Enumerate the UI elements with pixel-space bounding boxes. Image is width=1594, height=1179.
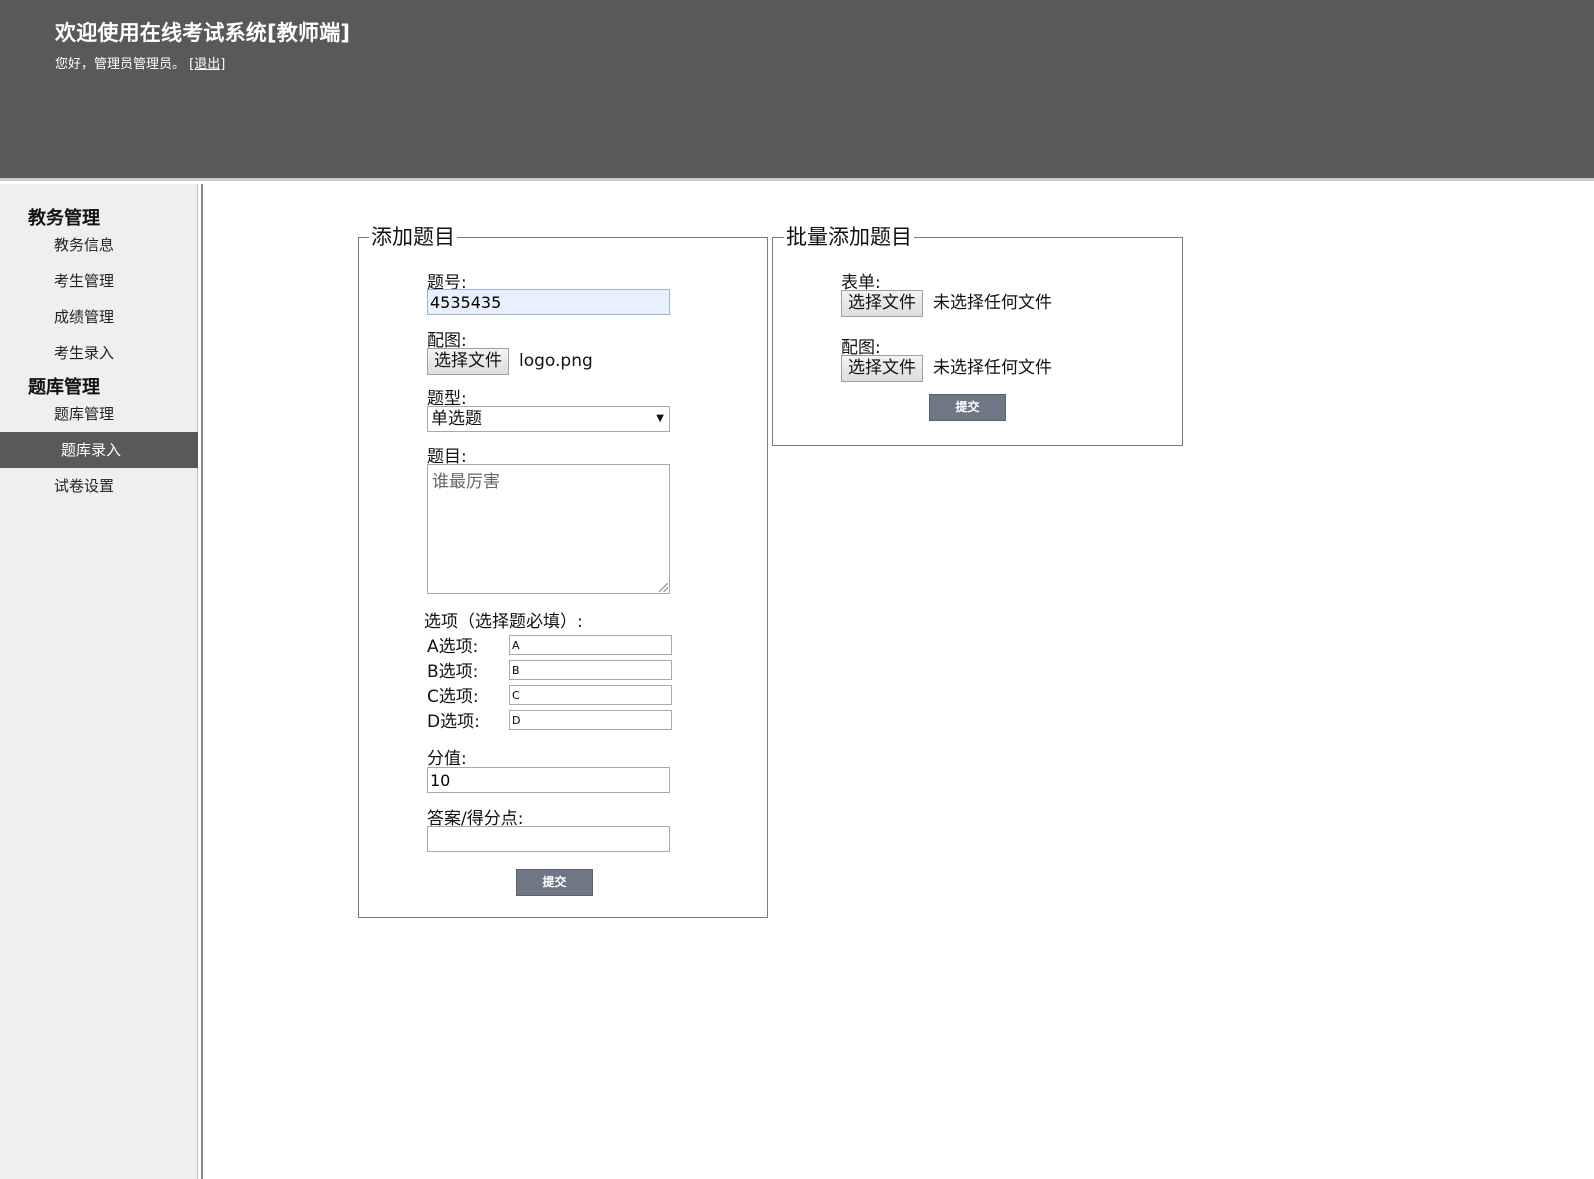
option-b-input[interactable]	[509, 660, 672, 680]
image-choose-file-button[interactable]: 选择文件	[427, 348, 509, 375]
question-number-input[interactable]	[427, 289, 670, 315]
question-type-select[interactable]: 单选题 ▼	[427, 406, 670, 432]
user-greeting: 您好，管理员管理员。 [退出]	[55, 53, 225, 72]
add-question-form: 添加题目 题号: 配图: 选择文件 logo.png 题型: 单选题 ▼ 题目:…	[358, 224, 768, 918]
submit-button[interactable]: 提交	[516, 869, 593, 896]
resize-handle-icon[interactable]	[659, 583, 668, 592]
image-file-name: logo.png	[519, 351, 593, 371]
score-label: 分值:	[427, 749, 467, 769]
chevron-down-icon: ▼	[656, 413, 664, 424]
score-input[interactable]	[427, 767, 670, 793]
option-c-input[interactable]	[509, 685, 672, 705]
sidebar-item-question-bank-management[interactable]: 题库管理	[0, 396, 198, 432]
sidebar-item-student-management[interactable]: 考生管理	[0, 263, 198, 299]
sidebar-item-grade-management[interactable]: 成绩管理	[0, 299, 198, 335]
sheet-file-name: 未选择任何文件	[933, 293, 1052, 313]
sidebar: 教务管理 教务信息 考生管理 成绩管理 考生录入 题库管理 题库管理 题库录入 …	[0, 184, 198, 1179]
batch-submit-button[interactable]: 提交	[929, 394, 1006, 421]
sidebar-item-question-bank-entry[interactable]: 题库录入	[0, 432, 198, 468]
sidebar-item-exam-settings[interactable]: 试卷设置	[0, 468, 198, 504]
option-a-input[interactable]	[509, 635, 672, 655]
batch-add-legend: 批量添加题目	[784, 224, 914, 250]
batch-add-form: 批量添加题目 表单: 选择文件 未选择任何文件 配图: 选择文件 未选择任何文件…	[772, 224, 1183, 446]
page-title: 欢迎使用在线考试系统[教师端]	[55, 21, 351, 45]
add-question-legend: 添加题目	[369, 224, 457, 250]
logout-link[interactable]: [退出]	[189, 57, 225, 72]
option-c-label: C选项:	[427, 687, 479, 707]
option-d-label: D选项:	[427, 712, 480, 732]
sidebar-item-student-entry[interactable]: 考生录入	[0, 335, 198, 371]
answer-input[interactable]	[427, 826, 670, 852]
sheet-choose-file-button[interactable]: 选择文件	[841, 290, 923, 317]
question-text-value: 谁最厉害	[432, 472, 500, 492]
sidebar-divider	[198, 184, 203, 1179]
option-d-input[interactable]	[509, 710, 672, 730]
options-label: 选项（选择题必填）:	[424, 612, 583, 632]
greeting-text: 您好，管理员管理员。	[55, 57, 186, 72]
batch-image-choose-file-button[interactable]: 选择文件	[841, 355, 923, 382]
option-b-label: B选项:	[427, 662, 479, 682]
question-type-value: 单选题	[431, 409, 482, 429]
top-header: 欢迎使用在线考试系统[教师端] 您好，管理员管理员。 [退出]	[0, 0, 1594, 181]
sidebar-item-academic-info[interactable]: 教务信息	[0, 227, 198, 263]
option-a-label: A选项:	[427, 637, 479, 657]
batch-image-file-name: 未选择任何文件	[933, 358, 1052, 378]
question-text-area[interactable]: 谁最厉害	[427, 464, 670, 594]
